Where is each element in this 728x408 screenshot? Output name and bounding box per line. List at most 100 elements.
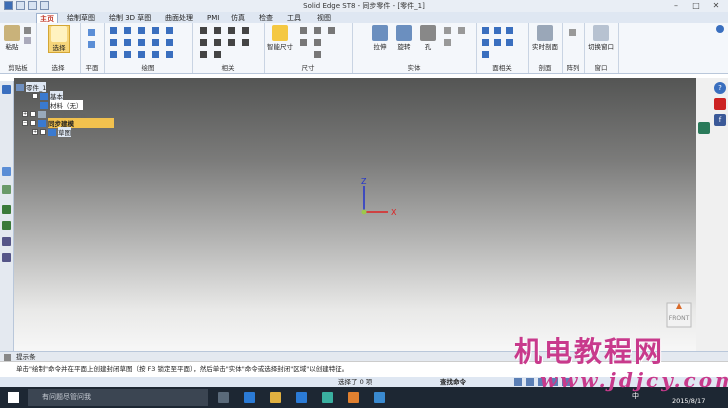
tree-item-sketch[interactable]: + 草图: [32, 127, 71, 137]
tangent-icon[interactable]: [200, 39, 207, 46]
switch-window-button[interactable]: 切换窗口: [586, 25, 616, 51]
checkbox[interactable]: [30, 120, 36, 126]
move-face-icon[interactable]: [482, 27, 489, 34]
minimize-button[interactable]: –: [666, 0, 686, 11]
copy-icon[interactable]: [24, 37, 31, 44]
polygon-icon[interactable]: [124, 39, 131, 46]
curve-icon[interactable]: [124, 27, 131, 34]
edge-browser-icon[interactable]: [244, 392, 255, 403]
checkbox[interactable]: [40, 129, 46, 135]
sensors-icon[interactable]: [2, 237, 11, 246]
tab-3d-sketch[interactable]: 绘制 3D 草图: [106, 13, 154, 23]
pattern-icon[interactable]: [569, 29, 576, 36]
help-icon[interactable]: [716, 25, 724, 33]
rectangle-icon[interactable]: [110, 39, 117, 46]
task-view-icon[interactable]: [218, 392, 229, 403]
view-tab-icon[interactable]: [2, 253, 11, 262]
taskbar-date[interactable]: 2015/8/17: [672, 397, 705, 405]
coordinate-icon[interactable]: [328, 27, 335, 34]
checkbox[interactable]: [30, 111, 36, 117]
revolve-button[interactable]: 旋转: [394, 25, 414, 51]
symmetric-icon[interactable]: [242, 39, 249, 46]
live-section-button[interactable]: 实时剖面: [530, 25, 560, 51]
perpendicular-icon[interactable]: [242, 27, 249, 34]
layers-tab-icon[interactable]: [2, 167, 11, 176]
app2-taskbar-icon[interactable]: [374, 392, 385, 403]
maximize-button[interactable]: □: [686, 0, 706, 11]
view-cube[interactable]: FRONT: [664, 300, 694, 330]
help-circle-icon[interactable]: ?: [714, 82, 726, 94]
rotate-icon[interactable]: [166, 51, 173, 58]
tab-inspect[interactable]: 检查: [256, 13, 276, 23]
tree-item-base-planes[interactable]: + 基本参考平面: [22, 110, 87, 119]
offset-face-icon[interactable]: [494, 27, 501, 34]
tab-sketch[interactable]: 绘制草图: [64, 13, 98, 23]
expand-icon[interactable]: +: [22, 111, 28, 117]
tab-tools[interactable]: 工具: [284, 13, 304, 23]
delete-face-icon[interactable]: [482, 39, 489, 46]
hole-button[interactable]: 孔: [420, 25, 436, 51]
face-relate-icon[interactable]: [506, 39, 513, 46]
family-of-parts-icon[interactable]: [2, 221, 11, 230]
smart-dimension-button[interactable]: 智能尺寸: [266, 25, 294, 51]
plane-coincident-icon[interactable]: [88, 41, 95, 48]
fit-view-icon[interactable]: [514, 378, 522, 386]
ellipse-icon[interactable]: [110, 51, 117, 58]
cut-icon[interactable]: [24, 27, 31, 34]
zoom-icon[interactable]: [526, 378, 534, 386]
trim-icon[interactable]: [166, 27, 173, 34]
plane-icon[interactable]: [88, 29, 95, 36]
annotation-icon[interactable]: [314, 51, 321, 58]
extend-icon[interactable]: [166, 39, 173, 46]
symmetric-dimension-icon[interactable]: [300, 39, 307, 46]
connect-icon[interactable]: [200, 27, 207, 34]
live-rules-icon[interactable]: [482, 51, 489, 58]
collapse-icon[interactable]: −: [22, 120, 28, 126]
tab-simulation[interactable]: 仿真: [228, 13, 248, 23]
thin-wall-icon[interactable]: [458, 27, 465, 34]
horizontal-icon[interactable]: [214, 27, 221, 34]
distance-icon[interactable]: [300, 27, 307, 34]
chamfer-icon[interactable]: [138, 51, 145, 58]
tree-item-part[interactable]: 零件_1: [16, 82, 47, 92]
expand-icon[interactable]: +: [32, 129, 38, 135]
parallel-icon[interactable]: [228, 27, 235, 34]
angle-icon[interactable]: [314, 27, 321, 34]
paste-button[interactable]: 粘贴: [3, 25, 21, 51]
youtube-icon[interactable]: [714, 98, 726, 110]
tree-item-base[interactable]: 基本: [32, 91, 63, 101]
feature-library-icon[interactable]: [2, 205, 11, 214]
angular-coordinate-icon[interactable]: [314, 39, 321, 46]
solid-edge-taskbar-icon[interactable]: [322, 392, 333, 403]
find-command-input[interactable]: 查找命令: [440, 377, 466, 387]
library-tab-icon[interactable]: [2, 185, 11, 194]
taskbar-search-box[interactable]: 有问题尽管问我: [28, 389, 208, 406]
tree-item-material[interactable]: 材料（无）: [40, 100, 83, 110]
close-button[interactable]: ✕: [706, 0, 726, 11]
fillet-icon[interactable]: [124, 51, 131, 58]
rotate-face-icon[interactable]: [506, 27, 513, 34]
checkbox[interactable]: [32, 93, 38, 99]
equal-icon[interactable]: [214, 39, 221, 46]
mirror-icon[interactable]: [152, 39, 159, 46]
select-button[interactable]: 选择: [48, 25, 70, 53]
facebook-icon[interactable]: f: [714, 114, 726, 126]
round-icon[interactable]: [444, 27, 451, 34]
replace-face-icon[interactable]: [494, 39, 501, 46]
tree-item-sync-modeling[interactable]: − 同步建模: [22, 118, 114, 128]
tab-surfacing[interactable]: 曲面处理: [162, 13, 196, 23]
store-icon[interactable]: [296, 392, 307, 403]
draft-icon[interactable]: [444, 39, 451, 46]
file-explorer-icon[interactable]: [270, 392, 281, 403]
tab-view[interactable]: 视图: [314, 13, 334, 23]
arc-icon[interactable]: [138, 27, 145, 34]
lock-icon[interactable]: [200, 51, 207, 58]
extrude-button[interactable]: 拉伸: [370, 25, 390, 51]
circle-icon[interactable]: [152, 27, 159, 34]
ime-indicator[interactable]: 中: [632, 391, 639, 401]
pathfinder-tab-icon[interactable]: [2, 85, 11, 94]
windows-start-icon[interactable]: [8, 392, 19, 403]
line-icon[interactable]: [110, 27, 117, 34]
app-taskbar-icon[interactable]: [348, 392, 359, 403]
collinear-icon[interactable]: [214, 51, 221, 58]
